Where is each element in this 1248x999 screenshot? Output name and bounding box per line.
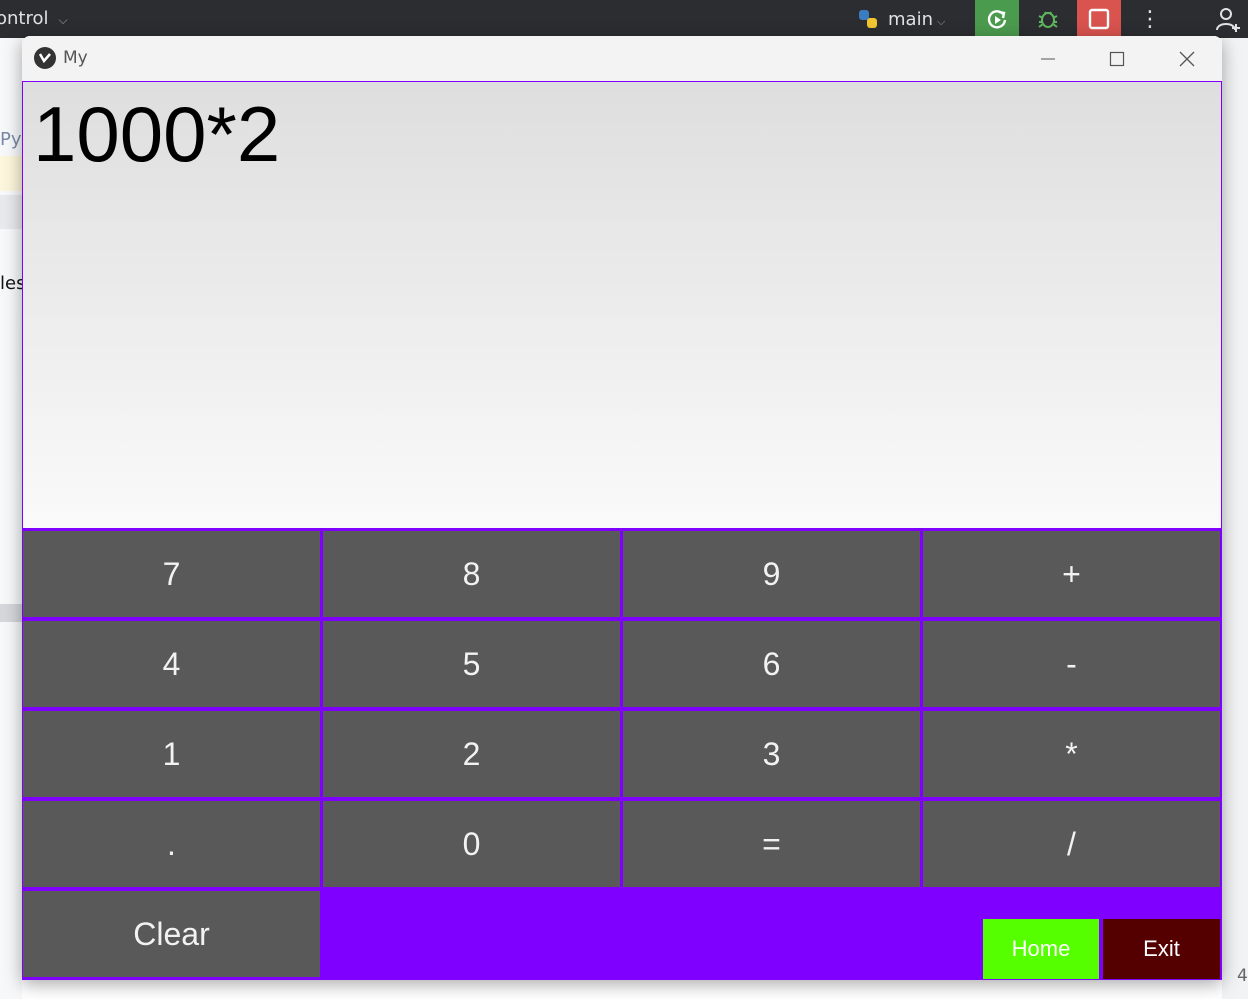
key-decimal[interactable]: . [23,801,320,887]
run-config-label: main [888,9,933,30]
add-user-button[interactable] [1206,0,1248,38]
chevron-down-icon: ⌵ [58,13,68,27]
vertical-dots-icon: ⋮ [1139,6,1161,32]
window-title: My [63,48,88,68]
calculator-display[interactable]: 1000*2 [23,82,1221,528]
python-icon [859,10,877,28]
key-7[interactable]: 7 [23,531,320,617]
kivy-logo-glyph [38,53,51,64]
ide-line-number: 4 [1237,966,1248,986]
key-divide[interactable]: / [923,801,1220,887]
minimize-button[interactable] [1013,36,1083,81]
maximize-icon [1109,51,1125,66]
minimize-icon [1041,58,1055,59]
ide-project-label: ontrol [0,8,49,29]
more-actions-button[interactable]: ⋮ [1128,0,1172,38]
bug-icon [1038,11,1058,28]
key-1[interactable]: 1 [23,711,320,797]
ide-left-text: Py [0,129,22,150]
ide-project-selector[interactable]: ontrol ⌵ [0,8,68,29]
key-6[interactable]: 6 [623,621,920,707]
key-multiply[interactable]: * [923,711,1220,797]
rerun-button[interactable] [975,0,1019,38]
close-button[interactable] [1152,36,1222,81]
clear-button[interactable]: Clear [23,891,320,977]
stop-button[interactable] [1077,0,1121,38]
key-plus[interactable]: + [923,531,1220,617]
stop-icon [1088,8,1110,30]
title-bar[interactable]: My [22,36,1222,81]
ide-right-panel [1222,38,1248,999]
maximize-button[interactable] [1082,36,1152,81]
key-2[interactable]: 2 [323,711,620,797]
close-icon [1179,51,1195,66]
debug-button[interactable] [1026,0,1070,38]
display-value: 1000*2 [33,90,281,178]
key-0[interactable]: 0 [323,801,620,887]
ide-selected-row [0,195,22,229]
kivy-logo-icon [34,47,56,69]
home-button[interactable]: Home [983,919,1099,979]
ide-scrollbar[interactable] [0,604,22,622]
key-8[interactable]: 8 [323,531,620,617]
calculator-body: 1000*2 7 8 9 + 4 5 6 - 1 2 3 * . 0 = / C… [22,81,1222,980]
chevron-down-icon: ⌵ [936,15,946,28]
key-equals[interactable]: = [623,801,920,887]
app-window: My 1000*2 7 8 9 + 4 5 6 - 1 2 3 * . 0 = … [22,36,1222,980]
add-user-icon [1216,8,1240,32]
key-5[interactable]: 5 [323,621,620,707]
key-4[interactable]: 4 [23,621,320,707]
ide-highlight-row [0,156,22,191]
rerun-icon [987,10,1007,29]
run-config-selector[interactable]: main ⌵ [888,9,945,30]
key-minus[interactable]: - [923,621,1220,707]
key-9[interactable]: 9 [623,531,920,617]
ide-toolbar: ontrol ⌵ main ⌵ ⋮ [0,0,1248,38]
exit-button[interactable]: Exit [1103,919,1220,979]
key-3[interactable]: 3 [623,711,920,797]
